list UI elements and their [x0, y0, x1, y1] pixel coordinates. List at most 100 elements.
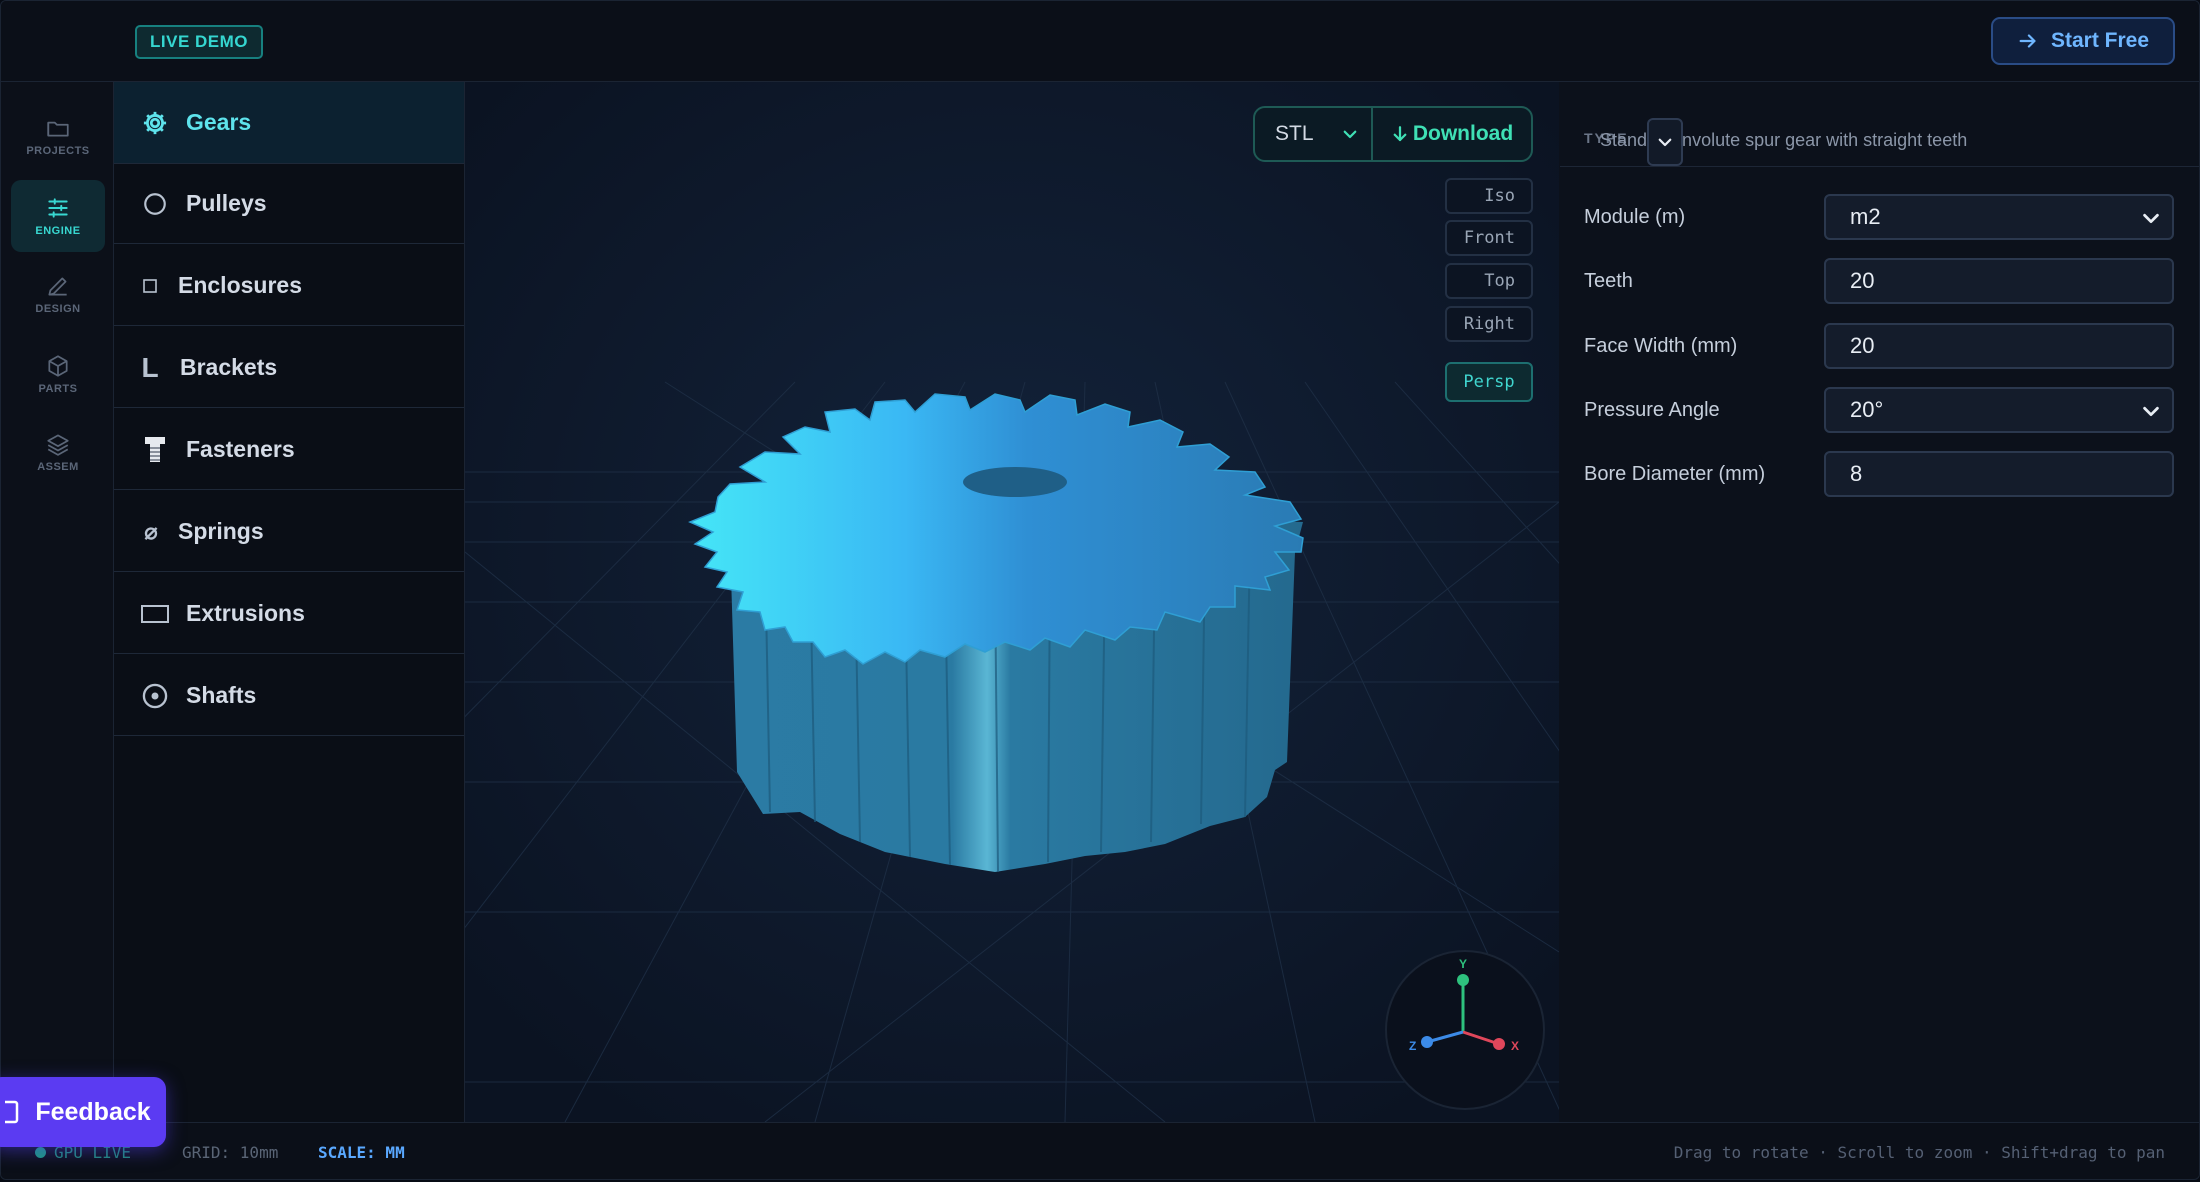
rectangle-icon	[140, 599, 170, 629]
category-label: Fasteners	[186, 436, 295, 462]
chat-icon	[5, 1100, 19, 1124]
param-label: Module (m)	[1584, 206, 1686, 228]
view-front-button[interactable]: Front	[1445, 220, 1533, 256]
view-iso-button[interactable]: Iso	[1445, 178, 1533, 214]
category-label: Springs	[178, 518, 264, 544]
face-width-input[interactable]: 20	[1824, 323, 2174, 369]
param-value: 20	[1850, 268, 1875, 293]
rail-label: DESIGN	[35, 303, 81, 315]
rail-label: PARTS	[38, 383, 78, 395]
3d-viewport[interactable]: STL Download Iso Front Top Right Persp Y…	[465, 82, 1559, 1122]
param-bore-diameter: Bore Diameter (mm) 8	[1584, 451, 2174, 497]
param-label: Teeth	[1584, 270, 1633, 292]
axis-triad-icon: Y X Z	[1409, 957, 1519, 1053]
feedback-label: Feedback	[35, 1097, 151, 1126]
category-extrusions[interactable]: Extrusions	[114, 574, 464, 654]
rail-item-parts[interactable]: PARTS	[11, 338, 105, 410]
parameter-panel: TYPE Standard involute spur gear with st…	[1560, 82, 2199, 1122]
param-label: Face Width (mm)	[1584, 335, 1738, 357]
export-group: STL Download	[1253, 106, 1533, 162]
chevron-down-icon	[1658, 138, 1672, 147]
chevron-down-icon	[1343, 130, 1357, 139]
status-dot-icon	[35, 1147, 46, 1158]
axis-x-label: X	[1511, 1039, 1519, 1053]
type-select[interactable]	[1647, 118, 1683, 166]
module-select[interactable]: m2	[1824, 194, 2174, 240]
feedback-button[interactable]: Feedback	[0, 1077, 166, 1147]
top-bar: LIVE DEMO Start Free	[1, 1, 2199, 82]
category-shafts[interactable]: Shafts	[114, 656, 464, 736]
rail-label: ASSEM	[37, 461, 79, 473]
category-enclosures[interactable]: Enclosures	[114, 246, 464, 326]
cube-icon	[48, 355, 68, 377]
category-gears[interactable]: Gears	[114, 82, 464, 164]
pencil-icon	[48, 277, 67, 296]
projection-persp-button[interactable]: Persp	[1445, 362, 1533, 402]
category-springs[interactable]: ⌀ Springs	[114, 492, 464, 572]
download-label: Download	[1412, 122, 1514, 145]
arrow-down-icon	[1393, 126, 1407, 142]
rail-item-design[interactable]: DESIGN	[11, 258, 105, 330]
category-list: Gears Pulleys Enclosures L Brackets Fast…	[114, 82, 465, 1122]
axis-gizmo[interactable]: Y X Z	[1385, 950, 1545, 1110]
scale-readout: SCALE: MM	[318, 1143, 405, 1162]
format-select[interactable]: STL	[1255, 108, 1373, 160]
type-row: TYPE Standard involute spur gear with st…	[1584, 100, 2174, 170]
axis-z-label: Z	[1409, 1039, 1416, 1053]
format-value: STL	[1275, 122, 1314, 145]
start-free-label: Start Free	[2050, 29, 2150, 52]
live-demo-badge: LIVE DEMO	[135, 25, 264, 59]
target-icon	[140, 681, 170, 711]
rail-item-projects[interactable]: PROJECTS	[11, 100, 105, 172]
category-label: Shafts	[186, 682, 257, 708]
view-right-button[interactable]: Right	[1445, 306, 1533, 342]
layers-icon	[47, 434, 69, 456]
sliders-icon	[48, 198, 68, 218]
pressure-angle-select[interactable]: 20°	[1824, 387, 2174, 433]
category-label: Brackets	[180, 354, 278, 380]
category-pulleys[interactable]: Pulleys	[114, 164, 464, 244]
controls-hint: Drag to rotate · Scroll to zoom · Shift+…	[1673, 1143, 2165, 1162]
nav-rail: PROJECTS ENGINE DESIGN PARTS ASSEM	[1, 82, 114, 1122]
rail-label: ENGINE	[35, 225, 81, 237]
bore-diameter-input[interactable]: 8	[1824, 451, 2174, 497]
category-fasteners[interactable]: Fasteners	[114, 410, 464, 490]
axis-y-label: Y	[1459, 957, 1467, 971]
param-face-width: Face Width (mm) 20	[1584, 323, 2174, 369]
folder-icon	[47, 121, 69, 137]
spring-icon: ⌀	[144, 518, 158, 544]
square-icon	[140, 271, 160, 301]
status-bar: GPU LIVE GRID: 10mm SCALE: MM Drag to ro…	[1, 1122, 2199, 1179]
app-frame: LIVE DEMO Start Free PROJECTS ENGINE DES…	[0, 0, 2200, 1180]
view-top-button[interactable]: Top	[1445, 263, 1533, 299]
circle-icon	[140, 189, 170, 219]
param-label: Pressure Angle	[1584, 399, 1720, 421]
download-button[interactable]: Download	[1373, 108, 1531, 160]
param-value: 20	[1850, 333, 1875, 358]
param-value: 20°	[1850, 397, 1884, 422]
param-label: Bore Diameter (mm)	[1584, 463, 1766, 485]
param-pressure-angle: Pressure Angle 20°	[1584, 387, 2174, 433]
start-free-button[interactable]: Start Free	[1991, 17, 2175, 65]
category-label: Enclosures	[178, 272, 302, 298]
bolt-icon	[140, 435, 170, 465]
grid-readout: GRID: 10mm	[182, 1143, 279, 1162]
rail-label: PROJECTS	[26, 145, 90, 157]
l-bracket-icon: L	[141, 351, 159, 383]
rail-item-assem[interactable]: ASSEM	[11, 416, 105, 488]
category-label: Extrusions	[186, 600, 305, 626]
gear-icon	[140, 108, 170, 138]
chevron-down-icon	[2143, 406, 2159, 417]
category-label: Pulleys	[186, 190, 267, 216]
param-value: m2	[1850, 204, 1881, 229]
rail-item-engine[interactable]: ENGINE	[11, 180, 105, 252]
param-teeth: Teeth 20	[1584, 258, 2174, 304]
param-value: 8	[1850, 461, 1863, 486]
param-module: Module (m) m2	[1584, 194, 2174, 240]
chevron-down-icon	[2143, 213, 2159, 224]
category-brackets[interactable]: L Brackets	[114, 328, 464, 408]
category-label: Gears	[186, 109, 252, 135]
teeth-input[interactable]: 20	[1824, 258, 2174, 304]
arrow-right-icon	[2019, 34, 2036, 48]
panel-divider	[1560, 166, 2199, 167]
